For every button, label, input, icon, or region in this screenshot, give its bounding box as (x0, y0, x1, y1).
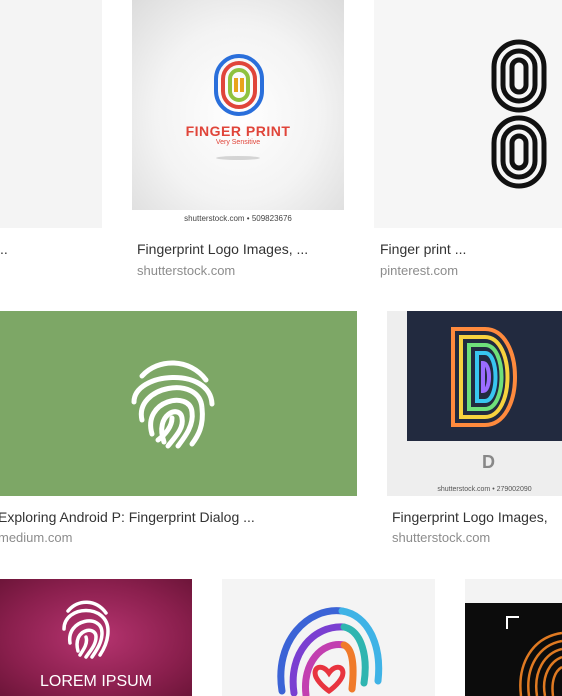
result-title[interactable]: Fingerprint Logo Images, ... (137, 241, 308, 257)
logo-shadow (216, 156, 260, 160)
result-thumbnail[interactable] (0, 0, 102, 228)
result-tile[interactable]: D shutterstock.com • 279002090 Fingerpri… (387, 311, 562, 556)
result-thumbnail[interactable] (465, 579, 562, 696)
result-source[interactable]: medium.com (0, 530, 72, 545)
result-thumbnail[interactable] (374, 0, 562, 228)
result-source[interactable]: shutterstock.com (137, 263, 235, 278)
result-thumbnail[interactable] (0, 311, 357, 496)
result-tile[interactable]: Finger print ... pinterest.com (374, 0, 562, 280)
letter-d-logo-icon (451, 327, 517, 427)
result-tile[interactable] (465, 579, 562, 696)
result-title[interactable]: .. (0, 241, 8, 257)
result-thumbnail[interactable] (222, 579, 435, 696)
watermark-text: shutterstock.com • 509823676 (184, 214, 292, 223)
result-tile[interactable] (222, 579, 435, 696)
result-title[interactable]: Finger print ... (380, 241, 466, 257)
double-fingerprint-icon (491, 39, 547, 189)
small-d-mark: D (482, 452, 495, 472)
result-tile[interactable]: .. (0, 0, 102, 280)
fingerprint-logo-icon (214, 54, 264, 116)
result-thumbnail[interactable]: D shutterstock.com • 279002090 (387, 311, 562, 496)
fingerprint-icon (131, 360, 215, 449)
result-tile[interactable]: Exploring Android P: Fingerprint Dialog … (0, 311, 357, 556)
result-source[interactable]: pinterest.com (380, 263, 458, 278)
result-source[interactable]: shutterstock.com (392, 530, 490, 545)
logo-title: LOREM IPSUM (39, 673, 152, 690)
result-tile[interactable]: LOREM IPSUM (0, 579, 192, 696)
result-thumbnail[interactable]: FINGER PRINT Very Sensitive shutterstock… (132, 0, 344, 228)
heart-fingerprint-icon (277, 607, 383, 696)
result-thumbnail[interactable]: LOREM IPSUM (0, 579, 192, 696)
watermark-text: shutterstock.com • 279002090 (437, 486, 532, 493)
orange-fingerprint-icon (519, 631, 562, 696)
result-title[interactable]: Exploring Android P: Fingerprint Dialog … (0, 509, 255, 525)
result-title[interactable]: Fingerprint Logo Images, (392, 509, 548, 525)
logo-subtitle: Very Sensitive (215, 139, 261, 146)
logo-title: FINGER PRINT (185, 123, 291, 139)
result-tile[interactable]: FINGER PRINT Very Sensitive shutterstock… (132, 0, 344, 280)
fingerprint-icon (62, 600, 110, 659)
